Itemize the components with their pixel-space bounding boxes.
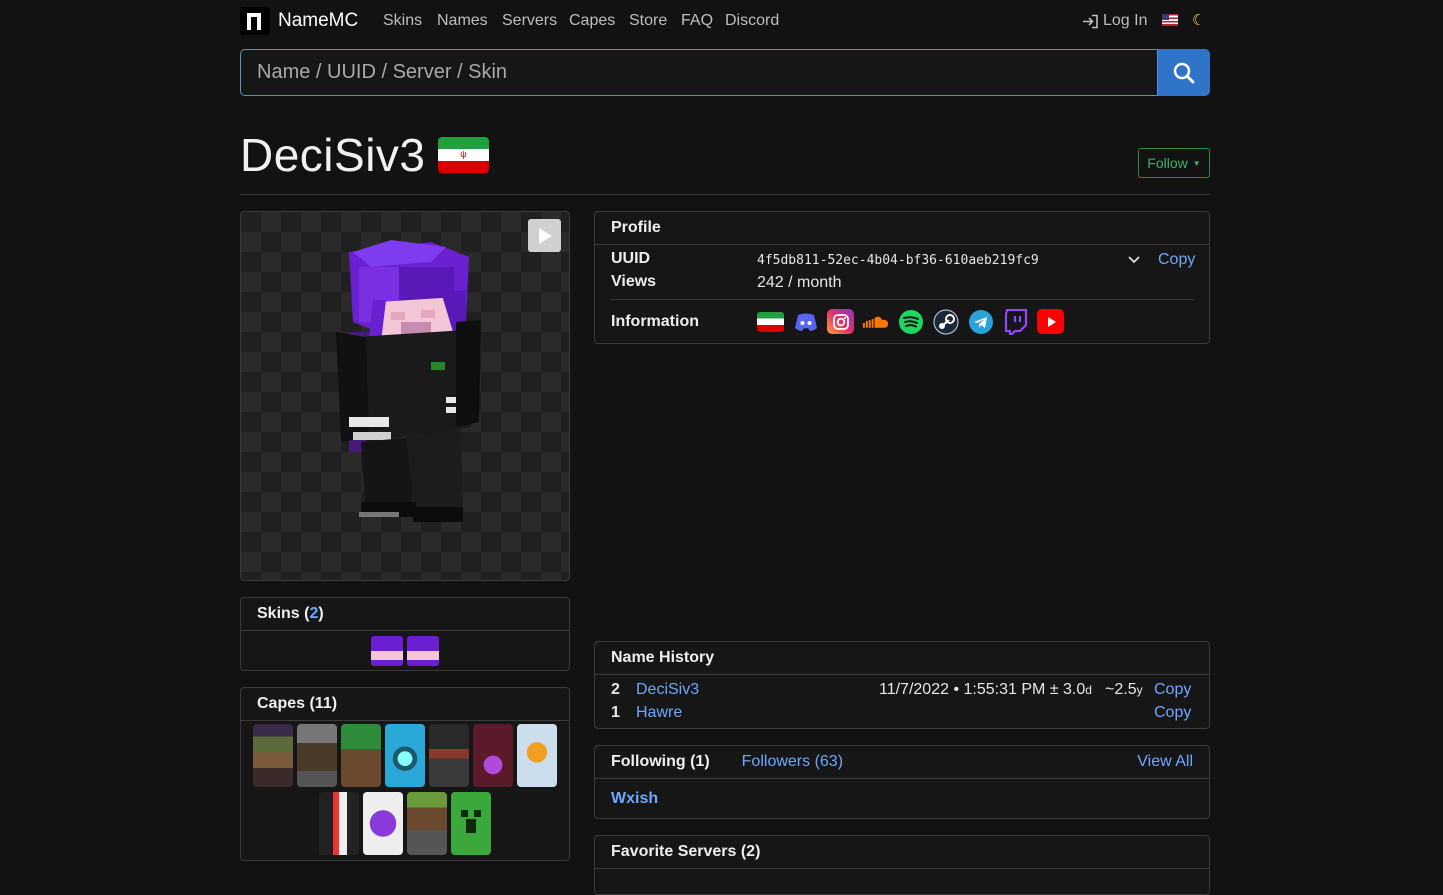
twitch-icon[interactable] xyxy=(1002,308,1029,335)
cape-thumbnail[interactable] xyxy=(363,792,403,855)
name-history-title: Name History xyxy=(611,649,715,666)
name-age: ~2.5y xyxy=(1105,681,1143,699)
nav-skins[interactable]: Skins xyxy=(383,12,422,30)
skin-thumbnail[interactable] xyxy=(371,636,403,666)
name-age-unit: y xyxy=(1136,683,1143,697)
profile-divider xyxy=(611,299,1194,300)
name-age-text: ~2.5 xyxy=(1105,681,1137,698)
steam-icon[interactable] xyxy=(932,309,959,334)
search-box xyxy=(240,49,1158,96)
favorite-servers-title: Favorite Servers (2) xyxy=(611,843,761,860)
login-link[interactable]: Log In xyxy=(1082,12,1147,30)
name-history-number: 1 xyxy=(611,704,620,721)
capes-title: Capes (11) xyxy=(257,695,338,712)
player-name: DeciSiv3 xyxy=(240,129,426,181)
views-label: Views xyxy=(611,273,657,290)
uuid-copy-link[interactable]: Copy xyxy=(1158,251,1195,269)
cape-thumbnail[interactable] xyxy=(451,792,491,855)
tab-followers[interactable]: Followers (63) xyxy=(742,753,843,771)
profile-card: Profile UUID 4f5db811-52ec-4b04-bf36-610… xyxy=(594,211,1210,344)
brand-name[interactable]: NameMC xyxy=(278,10,358,32)
cape-thumbnail[interactable] xyxy=(297,724,337,787)
follow-button[interactable]: Follow ▼ xyxy=(1138,148,1210,178)
name-change-date-unit: d xyxy=(1085,683,1092,697)
telegram-icon[interactable] xyxy=(967,309,994,334)
play-animation-button[interactable] xyxy=(528,219,561,252)
skins-title-close: ) xyxy=(318,605,324,622)
iran-flag-icon: ψ xyxy=(438,137,489,173)
name-history-name-link[interactable]: DeciSiv3 xyxy=(636,681,699,699)
following-card: Following (1) Followers (63) View All Wx… xyxy=(594,745,1210,819)
view-all-link[interactable]: View All xyxy=(1137,753,1193,771)
name-history-header: Name History xyxy=(595,642,1209,675)
nav-store[interactable]: Store xyxy=(629,12,667,30)
views-value: 242 / month xyxy=(757,274,842,291)
capes-card-header: Capes (11) xyxy=(241,688,569,721)
cape-thumbnail[interactable] xyxy=(385,724,425,787)
skins-title: Skins ( xyxy=(257,605,310,622)
login-icon xyxy=(1083,14,1098,28)
capes-card: Capes (11) xyxy=(240,687,570,861)
name-history-card: Name History 2 DeciSiv3 11/7/2022 • 1:55… xyxy=(594,641,1210,729)
tab-following[interactable]: Following (1) xyxy=(611,753,710,771)
nav-names[interactable]: Names xyxy=(437,12,488,30)
skin-viewer[interactable] xyxy=(240,211,570,581)
chevron-down-icon[interactable] xyxy=(1127,252,1141,271)
uuid-label: UUID xyxy=(611,250,651,267)
skins-card: Skins (2) xyxy=(240,597,570,671)
discord-icon[interactable] xyxy=(792,309,819,334)
uuid-value: 4f5db811-52ec-4b04-bf36-610aeb219fc9 xyxy=(757,253,1039,268)
cape-thumbnail[interactable] xyxy=(341,724,381,787)
spotify-icon[interactable] xyxy=(897,309,924,334)
cape-thumbnail[interactable] xyxy=(407,792,447,855)
divider xyxy=(240,194,1210,195)
cape-thumbnail[interactable] xyxy=(253,724,293,787)
search-icon xyxy=(1173,62,1195,83)
youtube-icon[interactable] xyxy=(1037,309,1064,334)
cape-thumbnail[interactable] xyxy=(473,724,513,787)
cape-thumbnail[interactable] xyxy=(517,724,557,787)
skin-thumbnail[interactable] xyxy=(407,636,439,666)
us-flag-icon[interactable] xyxy=(1162,14,1178,26)
information-label: Information xyxy=(611,313,699,330)
nav-servers[interactable]: Servers xyxy=(502,12,557,30)
favorite-servers-card: Favorite Servers (2) xyxy=(594,835,1210,895)
name-history-name-link[interactable]: Hawre xyxy=(636,704,682,722)
name-history-number: 2 xyxy=(611,681,620,698)
favorite-servers-header: Favorite Servers (2) xyxy=(595,836,1209,869)
skins-card-header: Skins (2) xyxy=(241,598,569,631)
skins-count-link[interactable]: 2 xyxy=(309,605,318,623)
following-user-link[interactable]: Wxish xyxy=(611,790,658,808)
namemc-logo-icon[interactable] xyxy=(240,7,270,35)
profile-card-header: Profile xyxy=(595,212,1209,245)
name-change-date-text: 11/7/2022 • 1:55:31 PM ± 3.0 xyxy=(879,681,1086,698)
copy-name-link[interactable]: Copy xyxy=(1154,704,1191,722)
skin-model-image xyxy=(336,240,481,522)
login-label: Log In xyxy=(1103,12,1148,29)
cape-thumbnail[interactable] xyxy=(429,724,469,787)
name-change-date: 11/7/2022 • 1:55:31 PM ± 3.0d xyxy=(879,681,1092,699)
moon-icon[interactable]: ☾ xyxy=(1192,11,1205,29)
cape-thumbnail[interactable] xyxy=(319,792,359,855)
iran-flag-icon[interactable] xyxy=(757,312,784,332)
play-icon xyxy=(538,227,552,244)
search-button[interactable] xyxy=(1158,49,1210,96)
instagram-icon[interactable] xyxy=(827,309,854,334)
search-input[interactable] xyxy=(241,50,1157,95)
copy-name-link[interactable]: Copy xyxy=(1154,681,1191,699)
nav-faq[interactable]: FAQ xyxy=(681,12,713,30)
follow-label: Follow xyxy=(1147,155,1188,171)
caret-down-icon: ▼ xyxy=(1192,158,1201,168)
profile-title: Profile xyxy=(611,219,661,236)
soundcloud-icon[interactable] xyxy=(862,309,889,334)
nav-discord[interactable]: Discord xyxy=(725,12,779,30)
following-header: Following (1) Followers (63) xyxy=(595,746,1209,779)
nav-capes[interactable]: Capes xyxy=(569,12,615,30)
